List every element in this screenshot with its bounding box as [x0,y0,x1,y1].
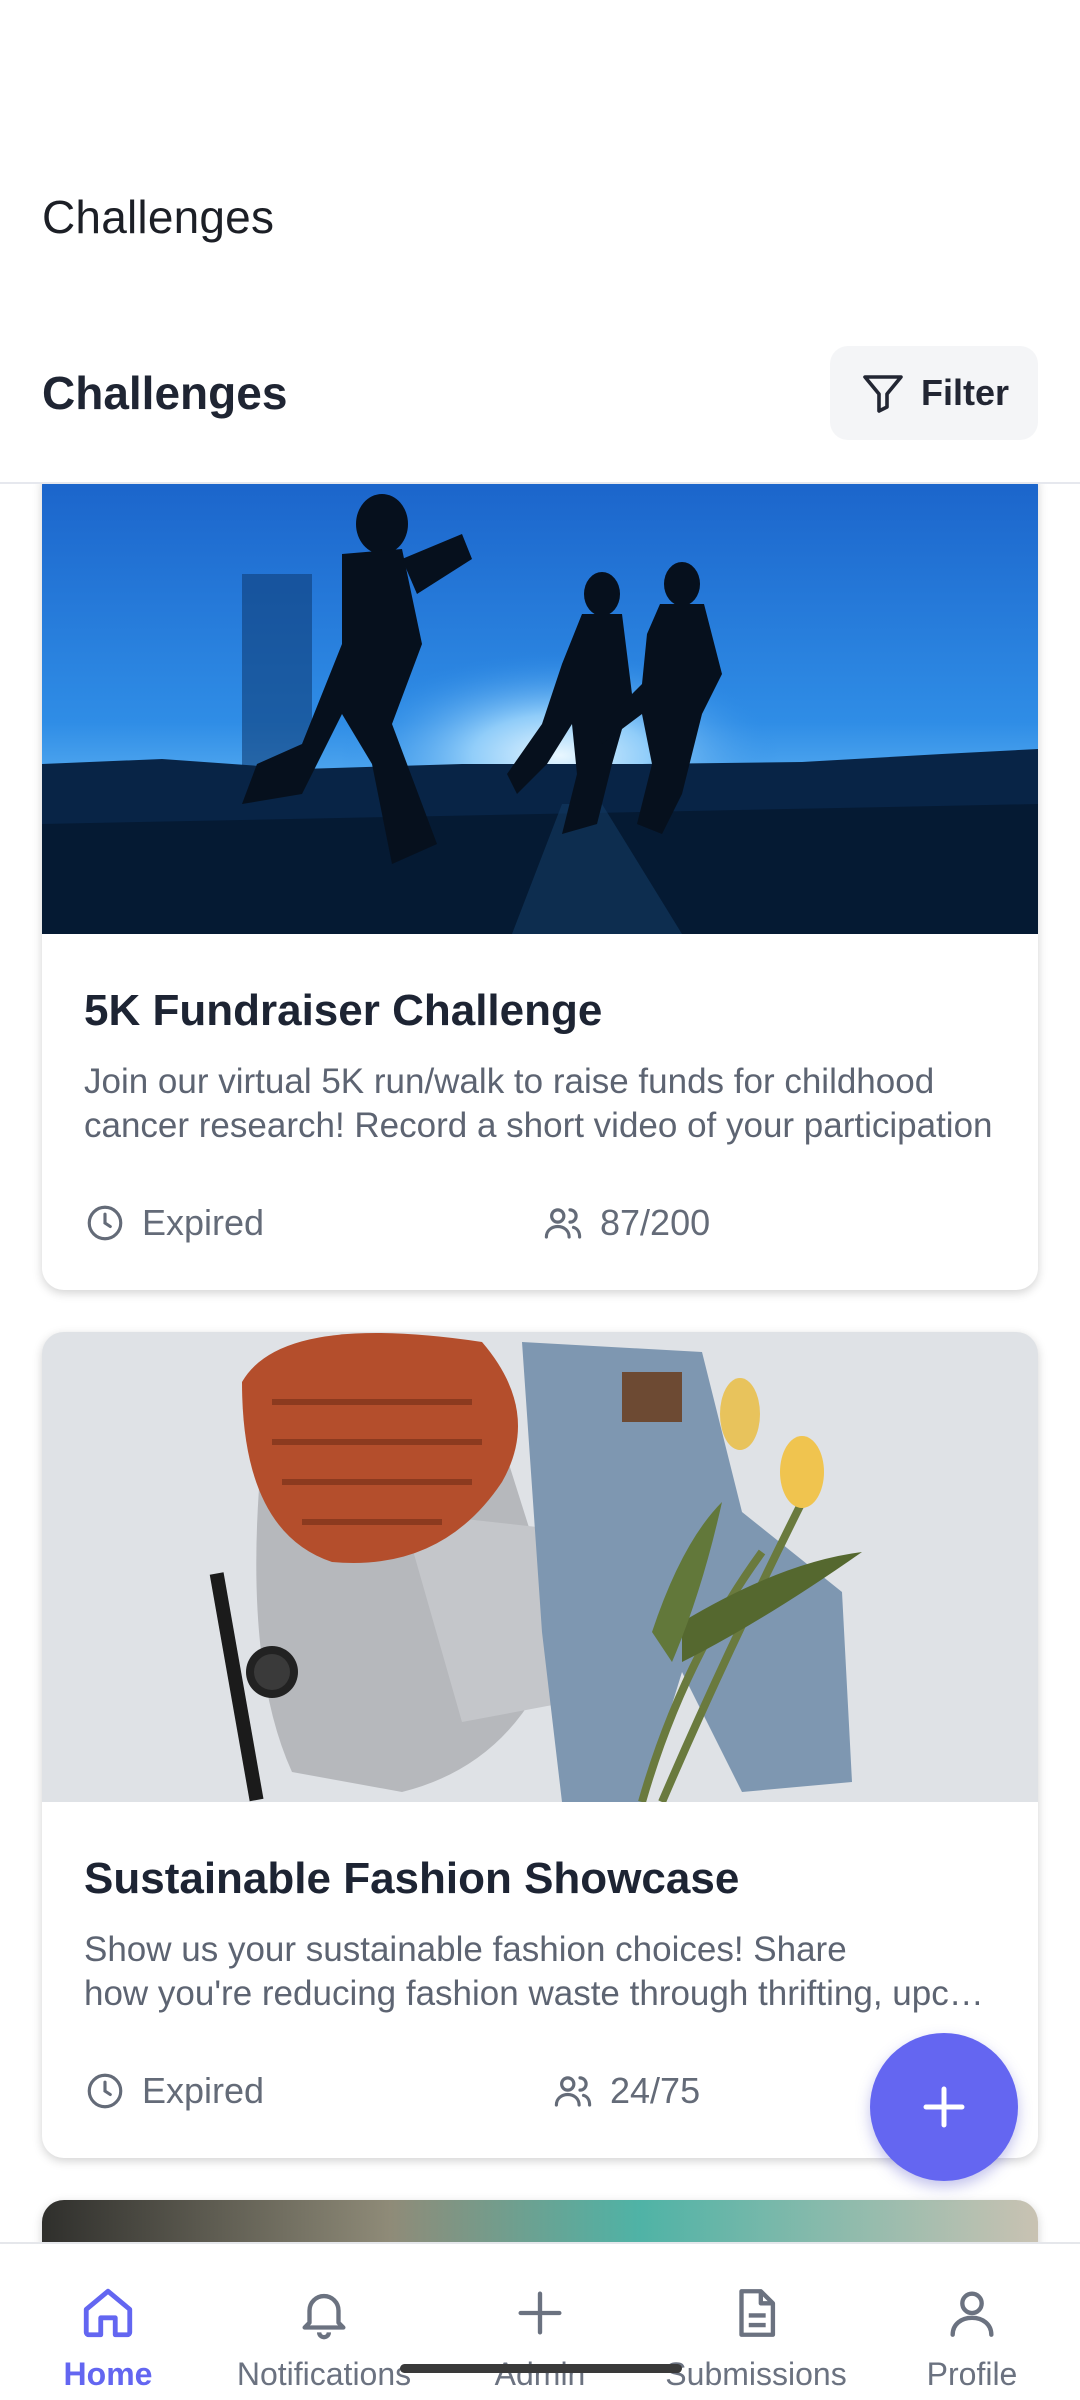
bell-icon [302,2293,346,2340]
nav-label: Home [63,2356,153,2392]
nav-item-notifications[interactable]: Notifications [216,2244,432,2400]
clock-icon [87,1205,123,1241]
person-icon [950,2291,994,2337]
nav-label: Admin [494,2356,586,2392]
users-icon [544,1208,582,1239]
bottom-navigation: Home Notifications Admin Submissions Pro… [0,2242,1080,2400]
nav-item-profile[interactable]: Profile [864,2244,1080,2400]
home-indicator[interactable] [400,2364,682,2373]
challenge-image-runners [42,484,1038,934]
filter-button[interactable]: Filter [830,346,1038,440]
challenge-status: Expired [84,2070,264,2112]
challenge-list[interactable]: 5K Fundraiser Challenge Join our virtual… [0,484,1080,2242]
document-icon [739,2289,776,2337]
challenge-status: Expired [84,1202,264,1244]
challenge-participants: 87/200 [542,1202,710,1244]
section-header: Challenges Filter [0,330,1080,484]
challenge-image-fashion [42,1332,1038,1802]
clock-icon [87,2073,123,2109]
challenge-card[interactable]: Sustainable Fashion Showcase Show us you… [42,1332,1038,2158]
challenge-image-partial [42,2200,1038,2242]
challenge-card[interactable]: 5K Fundraiser Challenge Join our virtual… [42,484,1038,1290]
plus-icon [518,2291,562,2335]
section-title: Challenges [42,367,288,419]
challenges-screen: Challenges Challenges Filter 5K Fundrais… [0,0,1080,2400]
nav-label: Notifications [236,2356,412,2392]
create-challenge-fab[interactable] [870,2033,1018,2181]
challenge-card[interactable] [42,2200,1038,2242]
challenge-title: 5K Fundraiser Challenge [84,986,603,1035]
filter-label: Filter [920,372,1009,413]
challenge-description: Show us your sustainable fashion choices… [84,1930,996,2013]
nav-label: Profile [926,2356,1018,2392]
nav-item-admin[interactable]: Admin [432,2244,648,2400]
nav-item-home[interactable]: Home [0,2244,216,2400]
challenge-description: Join our virtual 5K run/walk to raise fu… [84,1062,993,1145]
challenge-title: Sustainable Fashion Showcase [84,1854,740,1903]
nav-item-submissions[interactable]: Submissions [648,2244,864,2400]
challenge-participants: 24/75 [552,2070,700,2112]
filter-icon [863,375,903,413]
home-icon [83,2288,133,2338]
users-icon [554,2076,592,2107]
nav-label: Submissions [665,2356,847,2392]
app-bar-title: Challenges [42,191,275,243]
plus-icon [923,2086,965,2128]
